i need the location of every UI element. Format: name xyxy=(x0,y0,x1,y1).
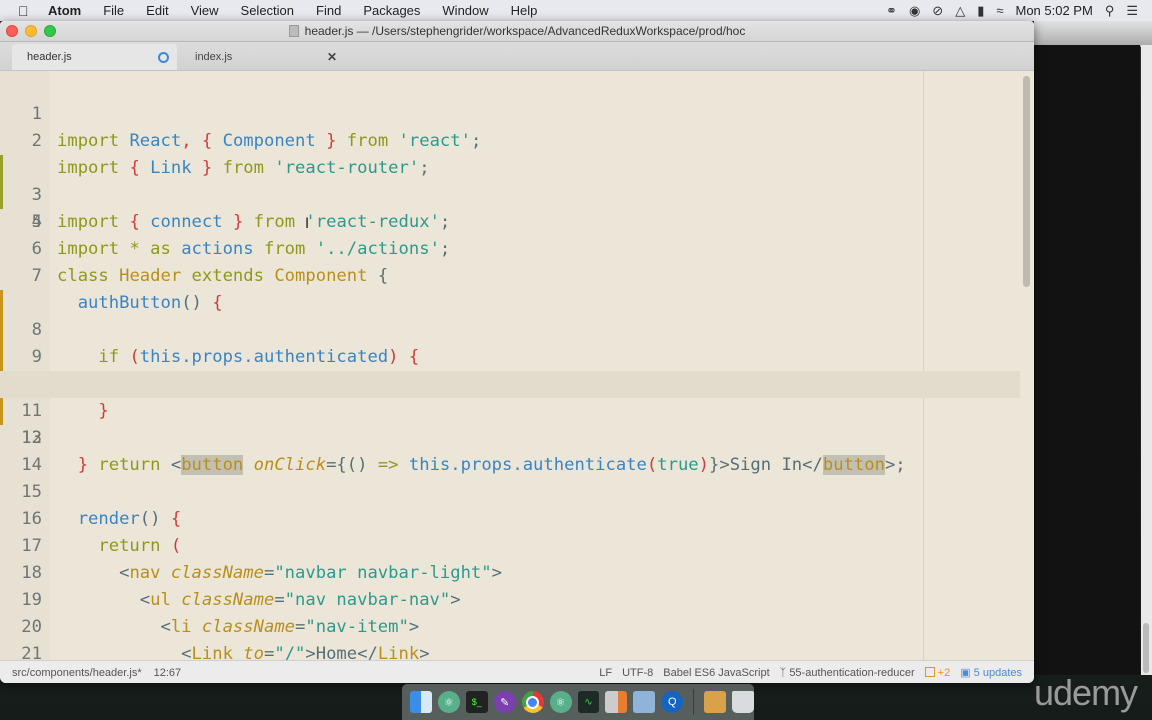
background-terminal-window xyxy=(1034,45,1140,675)
background-window-titlebar xyxy=(1034,21,1152,47)
menu-edit[interactable]: Edit xyxy=(146,3,168,18)
git-branch-icon: ᛉ xyxy=(779,666,790,679)
code-line[interactable]: 2 import { Link } from 'react-router'; xyxy=(0,101,1020,178)
installer-icon[interactable] xyxy=(704,691,727,713)
menu-bar:  Atom File Edit View Selection Find Pac… xyxy=(0,0,1152,21)
code-line[interactable]: 3 import { connect } from 'react-redux'; xyxy=(0,128,1020,232)
window-titlebar: header.js — /Users/stephengrider/workspa… xyxy=(0,21,1034,42)
git-diff-icon xyxy=(924,666,935,677)
status-grammar[interactable]: Babel ES6 JavaScript xyxy=(663,667,769,679)
code-line[interactable]: 22 <li className="nav-item"> xyxy=(0,641,1020,660)
airplay-icon[interactable]: △ xyxy=(955,3,965,19)
tab-index-js[interactable]: index.js ✕ xyxy=(180,44,345,70)
document-icon xyxy=(288,25,299,37)
status-file-path[interactable]: src/components/header.js* xyxy=(12,667,142,679)
code-line[interactable]: 19 <li className="nav-item"> xyxy=(0,560,1020,637)
background-window-scrollbar[interactable] xyxy=(1141,45,1152,675)
window-title: header.js — /Users/stephengrider/workspa… xyxy=(304,24,746,38)
terminal-icon[interactable]: $_ xyxy=(465,691,488,713)
wifi-icon[interactable]: ≈ xyxy=(996,3,1003,18)
finder-icon[interactable] xyxy=(410,691,432,713)
activity-monitor-icon[interactable]: ∿ xyxy=(577,691,600,713)
menu-file[interactable]: File xyxy=(103,3,124,18)
editor-scrollbar[interactable] xyxy=(1023,76,1030,287)
accessibility-glasses-icon[interactable]: ⚭ xyxy=(886,3,897,19)
notes-icon[interactable] xyxy=(605,691,628,713)
code-line[interactable]: 9 return <button onClick={() => this.pro… xyxy=(0,290,1020,394)
sync-icon[interactable]: ⊘ xyxy=(932,3,943,19)
atom-window: header.js — /Users/stephengrider/workspa… xyxy=(0,21,1034,683)
code-line-current[interactable]: 12 return <button onClick={() => this.pr… xyxy=(0,371,1020,475)
menu-window[interactable]: Window xyxy=(442,3,488,18)
battery-charging-icon[interactable]: ▮ xyxy=(977,3,984,19)
record-icon[interactable]: ◉ xyxy=(909,3,920,19)
menu-help[interactable]: Help xyxy=(511,3,538,18)
tab-header-js[interactable]: header.js xyxy=(12,44,177,70)
atom-icon[interactable]: ⚛ xyxy=(549,691,572,713)
udemy-watermark: udemy xyxy=(1034,672,1138,713)
code-line[interactable]: 5 xyxy=(0,182,1020,232)
notification-center-icon[interactable]: ☰ xyxy=(1126,3,1138,19)
code-line[interactable]: 14 xyxy=(0,425,1020,475)
code-line[interactable]: 13 } xyxy=(0,398,1020,475)
code-line[interactable]: 1 import React, { Component } from 'reac… xyxy=(0,74,1020,151)
status-cursor-position[interactable]: 12:67 xyxy=(154,667,182,679)
minimize-window-button[interactable] xyxy=(25,25,37,37)
status-line-ending[interactable]: LF xyxy=(599,667,612,679)
atom-icon[interactable]: ⚛ xyxy=(437,691,460,713)
status-bar: src/components/header.js* 12:67 LF UTF-8… xyxy=(0,660,1034,683)
apple-logo-icon[interactable]:  xyxy=(18,3,34,19)
close-window-button[interactable] xyxy=(6,25,18,37)
tab-label: header.js xyxy=(27,51,72,63)
pencil-app-icon[interactable]: ✎ xyxy=(493,691,516,713)
code-line[interactable]: 7 authButton() { xyxy=(0,236,1020,313)
chrome-icon[interactable] xyxy=(521,691,544,713)
menu-view[interactable]: View xyxy=(191,3,219,18)
spotlight-search-icon[interactable]: ⚲ xyxy=(1105,3,1115,19)
trash-icon[interactable] xyxy=(732,691,755,713)
status-git-diff[interactable]: +2 xyxy=(924,666,950,679)
tab-label: index.js xyxy=(195,51,233,63)
menu-packages[interactable]: Packages xyxy=(363,3,420,18)
close-tab-icon[interactable]: ✕ xyxy=(327,50,337,64)
maximize-window-button[interactable] xyxy=(44,25,56,37)
code-line[interactable]: 10 } xyxy=(0,317,1020,421)
status-updates-link[interactable]: ▣ 5 updates xyxy=(960,666,1022,679)
code-line[interactable]: 4 import * as actions from '../actions'; xyxy=(0,155,1020,259)
dock: ⚛ $_ ✎ ⚛ ∿ Q xyxy=(402,684,755,720)
code-line[interactable]: 16 return ( xyxy=(0,479,1020,556)
code-line[interactable]: 11 xyxy=(0,344,1020,421)
text-cursor-ibeam-icon: I xyxy=(305,216,310,232)
menu-selection[interactable]: Selection xyxy=(241,3,294,18)
code-line[interactable]: 17 <nav className="navbar navbar-light"> xyxy=(0,506,1020,583)
status-branch[interactable]: ᛉ 55-authentication-reducer xyxy=(780,667,915,679)
code-line[interactable]: 15 render() { xyxy=(0,452,1020,529)
code-line[interactable]: 6 class Header extends Component { xyxy=(0,209,1020,286)
tab-bar: header.js index.js ✕ xyxy=(0,42,1034,71)
status-encoding[interactable]: UTF-8 xyxy=(622,667,653,679)
code-line[interactable]: 18 <ul className="nav navbar-nav"> xyxy=(0,533,1020,610)
code-line[interactable]: 20 <Link to="/">Home</Link> xyxy=(0,587,1020,660)
menu-atom[interactable]: Atom xyxy=(48,3,81,18)
preview-icon[interactable] xyxy=(633,691,656,713)
dock-separator xyxy=(693,689,695,715)
quicktime-icon[interactable]: Q xyxy=(661,691,684,713)
package-icon: ▣ xyxy=(960,667,974,679)
code-line[interactable]: 8 if (this.props.authenticated) { xyxy=(0,263,1020,367)
modified-indicator-icon[interactable] xyxy=(158,51,169,63)
clock[interactable]: Mon 5:02 PM xyxy=(1015,3,1092,18)
menu-find[interactable]: Find xyxy=(316,3,341,18)
code-editor[interactable]: 1 import React, { Component } from 'reac… xyxy=(0,71,1034,660)
scrollbar-thumb[interactable] xyxy=(1143,623,1149,673)
code-line[interactable]: 21 </li> xyxy=(0,614,1020,660)
